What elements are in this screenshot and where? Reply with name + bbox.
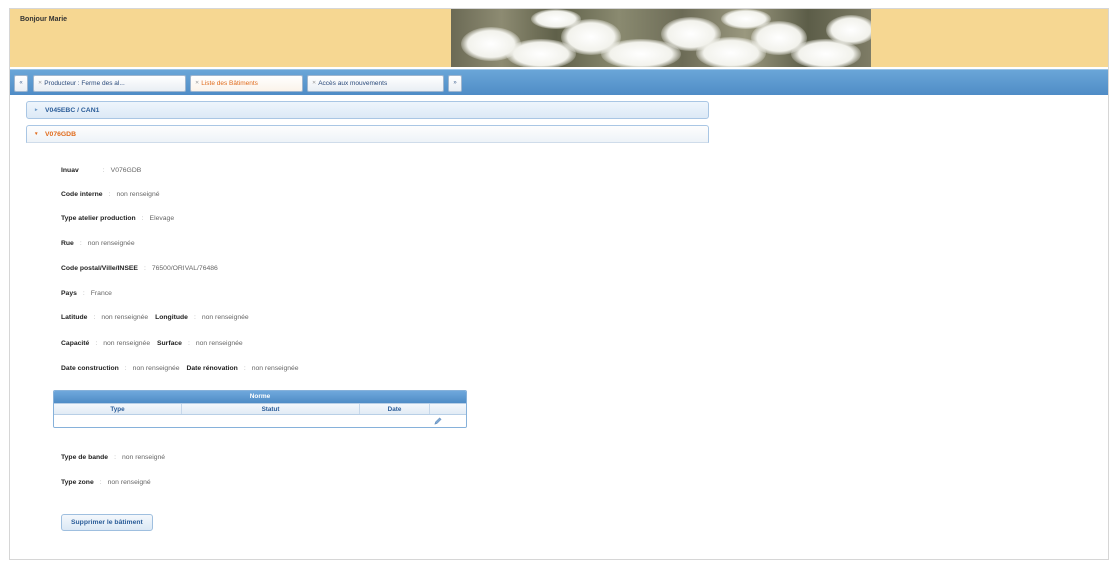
- field-label: Pays: [61, 290, 77, 297]
- tab-producteur[interactable]: ✕ Producteur : Ferme des al...: [33, 75, 186, 92]
- tab-scroll-right-button[interactable]: »: [448, 75, 462, 92]
- field-rue: Rue: non renseignée: [61, 240, 135, 247]
- norme-table-header: Type Statut Date: [54, 403, 466, 415]
- field-value: non renseignée: [103, 340, 151, 347]
- banner-image: [451, 9, 871, 67]
- field-code-interne: Code interne: non renseigné: [61, 191, 160, 198]
- column-header-statut[interactable]: Statut: [182, 404, 360, 414]
- header: Bonjour Marie: [10, 9, 1108, 67]
- field-label: Latitude: [61, 314, 88, 321]
- column-header-actions: [430, 404, 466, 414]
- field-latitude-longitude: Latitude: non renseignée Longitude: non re…: [61, 314, 249, 321]
- field-label: Surface: [157, 340, 182, 347]
- app-frame: Bonjour Marie « ✕ Producteur : Ferme des …: [9, 8, 1109, 560]
- field-capacite-surface: Capacité: non renseignée Surface: non rens…: [61, 340, 243, 347]
- field-type-zone: Type zone: non renseigné: [61, 479, 151, 486]
- field-value: 76500/ORIVAL/76486: [151, 265, 218, 272]
- field-value: non renseigné: [121, 454, 166, 461]
- field-dates: Date construction: non renseignée Date ré…: [61, 365, 299, 372]
- column-header-type[interactable]: Type: [54, 404, 182, 414]
- field-value: V076GDB: [110, 167, 142, 174]
- field-label: Inuav: [61, 167, 79, 174]
- accordion-title: V045EBC / CAN1: [45, 107, 100, 114]
- field-label: Date rénovation: [186, 365, 238, 372]
- chevron-down-icon: ▾: [35, 131, 38, 137]
- greeting: Bonjour Marie: [20, 16, 68, 23]
- field-label: Date construction: [61, 365, 119, 372]
- tab-label: Accès aux mouvements: [318, 80, 388, 87]
- field-value: non renseignée: [195, 340, 243, 347]
- field-inuav: Inuav: V076GDB: [61, 167, 142, 174]
- field-label: Type zone: [61, 479, 94, 486]
- norme-table: Norme Type Statut Date: [53, 390, 467, 428]
- field-pays: Pays: France: [61, 290, 112, 297]
- field-label: Capacité: [61, 340, 90, 347]
- tab-label: Producteur : Ferme des al...: [44, 80, 125, 87]
- accordion-header-v076gdb[interactable]: ▾ V076GDB: [26, 125, 709, 143]
- field-type-bande: Type de bande: non renseigné: [61, 454, 166, 461]
- field-label: Code interne: [61, 191, 103, 198]
- field-value: France: [90, 290, 112, 297]
- field-value: non renseignée: [251, 365, 299, 372]
- field-label: Type atelier production: [61, 215, 136, 222]
- field-label: Code postal/Ville/INSEE: [61, 265, 138, 272]
- field-label: Type de bande: [61, 454, 109, 461]
- field-value: non renseigné: [116, 191, 160, 198]
- tab-bar: « ✕ Producteur : Ferme des al... ✕ Liste d…: [10, 69, 1108, 95]
- norme-table-row: [54, 415, 466, 427]
- tab-label: Liste des Bâtiments: [201, 80, 258, 87]
- tab-scroll-left-button[interactable]: «: [14, 75, 28, 92]
- close-icon[interactable]: ✕: [195, 80, 199, 86]
- close-icon[interactable]: ✕: [312, 80, 316, 86]
- close-icon[interactable]: ✕: [38, 80, 42, 86]
- field-value: Elevage: [149, 215, 175, 222]
- field-label: Rue: [61, 240, 74, 247]
- field-value: non renseignée: [201, 314, 249, 321]
- accordion-header-v045ebc[interactable]: ▸ V045EBC / CAN1: [26, 101, 709, 119]
- field-value: non renseigné: [107, 479, 151, 486]
- field-label: Longitude: [155, 314, 188, 321]
- field-code-postal: Code postal/Ville/INSEE:76500/ORIVAL/764…: [61, 265, 218, 272]
- tab-acces-mouvements[interactable]: ✕ Accès aux mouvements: [307, 75, 444, 92]
- column-header-date[interactable]: Date: [360, 404, 430, 414]
- norme-table-title: Norme: [54, 391, 466, 403]
- tab-liste-batiments[interactable]: ✕ Liste des Bâtiments: [190, 75, 303, 92]
- pencil-icon[interactable]: [434, 417, 442, 425]
- field-value: non renseignée: [87, 240, 135, 247]
- field-value: non renseignée: [132, 365, 180, 372]
- delete-building-button[interactable]: Supprimer le bâtiment: [61, 514, 153, 531]
- accordion-title: V076GDB: [45, 131, 76, 138]
- field-type-atelier: Type atelier production: Elevage: [61, 215, 175, 222]
- chevron-right-icon: ▸: [35, 107, 38, 113]
- field-value: non renseignée: [101, 314, 149, 321]
